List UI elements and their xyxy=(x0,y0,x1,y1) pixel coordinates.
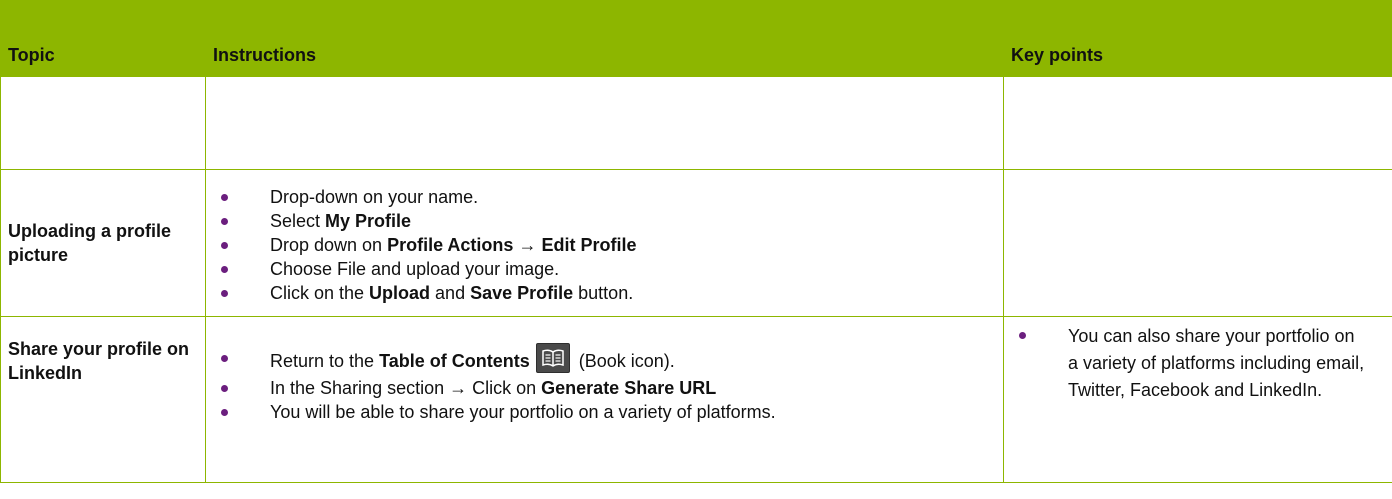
list-item: You will be able to share your portfolio… xyxy=(218,400,1003,424)
list-item: Drop down on Profile Actions → Edit Prof… xyxy=(218,233,1003,257)
instruction-list: Drop-down on your name. Select My Profil… xyxy=(206,182,1003,305)
key-points-list: You can also share your portfolio on a v… xyxy=(1004,317,1392,404)
table-row xyxy=(0,76,1392,170)
header-instructions: Instructions xyxy=(205,34,1004,77)
topic-cell xyxy=(0,76,206,170)
bullet-icon xyxy=(1019,332,1026,339)
table-row: Uploading a profile picture Drop-down on… xyxy=(0,169,1392,317)
topic-cell: Share your profile on LinkedIn xyxy=(0,316,206,483)
list-item: Select My Profile xyxy=(218,209,1003,233)
header-band xyxy=(0,0,1392,34)
bullet-icon xyxy=(221,241,228,249)
instruction-list: Return to the Table of Contents (Book ic… xyxy=(206,317,1003,424)
instructions-cell: Drop-down on your name. Select My Profil… xyxy=(205,169,1004,317)
list-item: In the Sharing section → Click on Genera… xyxy=(218,376,1003,400)
book-icon xyxy=(535,343,570,373)
bullet-icon xyxy=(221,289,228,297)
instructions-cell: Return to the Table of Contents (Book ic… xyxy=(205,316,1004,483)
bullet-icon xyxy=(221,355,228,362)
arrow-right-icon: → xyxy=(449,378,468,398)
table-row: Share your profile on LinkedIn Return to… xyxy=(0,316,1392,483)
header-topic: Topic xyxy=(0,34,206,77)
table-header-row: Topic Instructions Key points xyxy=(0,34,1392,77)
bullet-icon xyxy=(221,193,228,201)
bullet-icon xyxy=(221,409,228,416)
arrow-right-icon: → xyxy=(518,234,537,255)
bullet-icon xyxy=(221,265,228,273)
key-points-cell xyxy=(1003,169,1392,317)
instructions-table: Topic Instructions Key points Uploading … xyxy=(0,34,1392,483)
list-item: Click on the Upload and Save Profile but… xyxy=(218,281,1003,305)
topic-cell: Uploading a profile picture xyxy=(0,169,206,317)
list-item: You can also share your portfolio on a v… xyxy=(1016,323,1368,404)
key-points-cell xyxy=(1003,76,1392,170)
bullet-icon xyxy=(221,217,228,225)
header-key-points: Key points xyxy=(1003,34,1392,77)
instructions-cell xyxy=(205,76,1004,170)
bullet-icon xyxy=(221,385,228,392)
list-item: Return to the Table of Contents (Book ic… xyxy=(218,343,1003,376)
list-item: Drop-down on your name. xyxy=(218,185,1003,209)
key-points-cell: You can also share your portfolio on a v… xyxy=(1003,316,1392,483)
list-item: Choose File and upload your image. xyxy=(218,257,1003,281)
